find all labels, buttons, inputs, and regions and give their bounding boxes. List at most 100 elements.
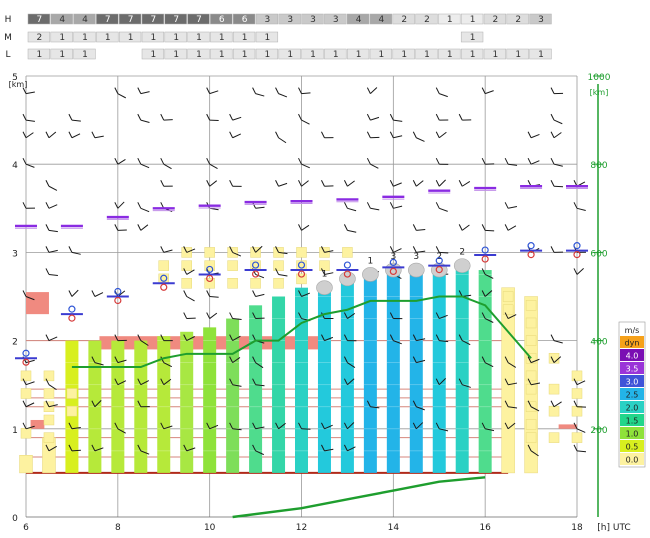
wind-barb <box>531 161 539 165</box>
wind-barb-flag <box>344 224 347 230</box>
cloud-base-circle-bottom <box>161 284 167 290</box>
wind-barb-flag <box>138 202 141 208</box>
cloud-cell-value: 7 <box>151 15 157 25</box>
wind-barb-flag <box>367 202 370 208</box>
weak-thermal-cell <box>526 318 536 328</box>
weak-thermal-cell <box>274 261 284 271</box>
weak-thermal-cell <box>228 261 238 271</box>
wind-barb <box>72 134 80 138</box>
weak-thermal-cell <box>251 278 261 288</box>
cloud-cell-value: 1 <box>59 50 65 60</box>
thermal-column <box>295 288 308 473</box>
cloud-cell-value: 1 <box>105 33 111 43</box>
wind-barb-flag <box>367 114 370 120</box>
thermal-column <box>249 305 262 473</box>
cumulus-cloud-label: 2 <box>459 248 465 258</box>
wind-barb <box>302 93 311 94</box>
wind-barb-flag <box>436 202 439 208</box>
wind-barb-flag <box>184 291 187 297</box>
cloud-cell-value: 1 <box>333 50 339 60</box>
wind-barb-flag <box>551 246 554 252</box>
weak-thermal-cell <box>44 371 54 381</box>
wind-barb-flag <box>161 114 164 120</box>
weak-thermal-cell <box>274 278 284 288</box>
wind-barb <box>577 208 586 210</box>
wind-barb-flag <box>390 132 393 138</box>
wind-barb <box>416 230 425 231</box>
legend-title: m/s <box>625 326 640 335</box>
wind-barb-flag <box>23 202 26 208</box>
cumulus-cloud-label: 3 <box>413 252 419 262</box>
wind-barb-flag <box>528 158 531 164</box>
weak-thermal-cell <box>549 406 559 416</box>
x-tick-label: 6 <box>23 523 29 533</box>
cloud-cell-value: 7 <box>128 15 134 25</box>
wind-barb <box>577 451 586 452</box>
wind-barb-flag <box>230 180 233 186</box>
wind-barb <box>26 360 35 362</box>
wind-barb-flag <box>299 158 302 164</box>
wind-barb <box>577 268 584 274</box>
cloud-cell-value: 6 <box>219 15 225 25</box>
wind-barb <box>370 117 379 120</box>
wind-barb-flag <box>321 180 324 186</box>
legend-label: 0.0 <box>626 456 639 465</box>
cloud-cell-value: 3 <box>538 15 544 25</box>
wind-barb-flag <box>574 268 577 274</box>
cloud-cell-value: 3 <box>333 15 339 25</box>
wind-barb <box>233 117 242 120</box>
wind-barb-flag <box>321 132 324 138</box>
wind-barb-flag <box>46 335 49 341</box>
wind-barb-flag <box>115 202 118 208</box>
cloud-cell-value: 3 <box>287 15 293 25</box>
x-tick-label: 12 <box>296 523 307 533</box>
y-left-tick-label: 3 <box>12 249 18 259</box>
wind-barb <box>416 181 423 187</box>
wind-barb <box>370 208 379 210</box>
cloud-base-circle-bottom <box>69 315 75 321</box>
wind-barb-flag <box>299 180 302 186</box>
wind-barb-flag <box>459 180 462 186</box>
wind-barb <box>164 164 172 169</box>
cloud-cell-value: 1 <box>470 15 476 25</box>
wind-barb <box>26 133 33 138</box>
weak-thermal-cell <box>526 300 536 310</box>
wind-barb <box>393 206 402 208</box>
x-tick-label: 10 <box>204 523 216 533</box>
wind-barb <box>393 136 402 138</box>
cloud-cell-value: 3 <box>265 15 271 25</box>
cloud-cell-value: 1 <box>128 33 134 43</box>
wind-barb-flag <box>138 88 141 94</box>
wind-barb <box>279 94 287 97</box>
wind-barb <box>302 225 309 230</box>
cumulus-cloud <box>408 263 424 277</box>
cloud-cell-value: 1 <box>82 33 88 43</box>
wind-barb <box>118 94 126 98</box>
weak-thermal-cell <box>526 433 536 443</box>
cumulus-cloud <box>316 281 332 295</box>
cloud-cell-value: 4 <box>82 15 88 25</box>
wind-barb-flag <box>413 180 416 186</box>
cloud-cell-value: 1 <box>470 50 476 60</box>
y-right-tick-label: 400 <box>590 338 607 348</box>
wind-barb <box>26 164 34 167</box>
wind-barb <box>210 181 217 187</box>
thermal-column-weak <box>20 455 33 473</box>
cloud-cell-value: 1 <box>151 50 157 60</box>
wind-barb <box>210 313 217 318</box>
cloud-cell-value: 4 <box>379 15 385 25</box>
cloud-cell-value: 1 <box>447 50 453 60</box>
cloud-cell-value: 1 <box>173 50 179 60</box>
weak-thermal-cell <box>21 371 31 381</box>
cloud-cell-value: 1 <box>242 33 248 43</box>
wind-barb-flag <box>207 291 210 297</box>
thermal-column <box>456 270 469 473</box>
wind-barb-flag <box>138 114 141 120</box>
wind-barb-flag <box>276 180 279 186</box>
wind-barb-flag <box>482 88 485 94</box>
cloud-cell-value: 4 <box>356 15 362 25</box>
wind-barb <box>210 164 218 168</box>
wind-barb-flag <box>390 202 393 208</box>
wind-barb-flag <box>138 158 141 164</box>
cloud-cell-value: 1 <box>470 33 476 43</box>
